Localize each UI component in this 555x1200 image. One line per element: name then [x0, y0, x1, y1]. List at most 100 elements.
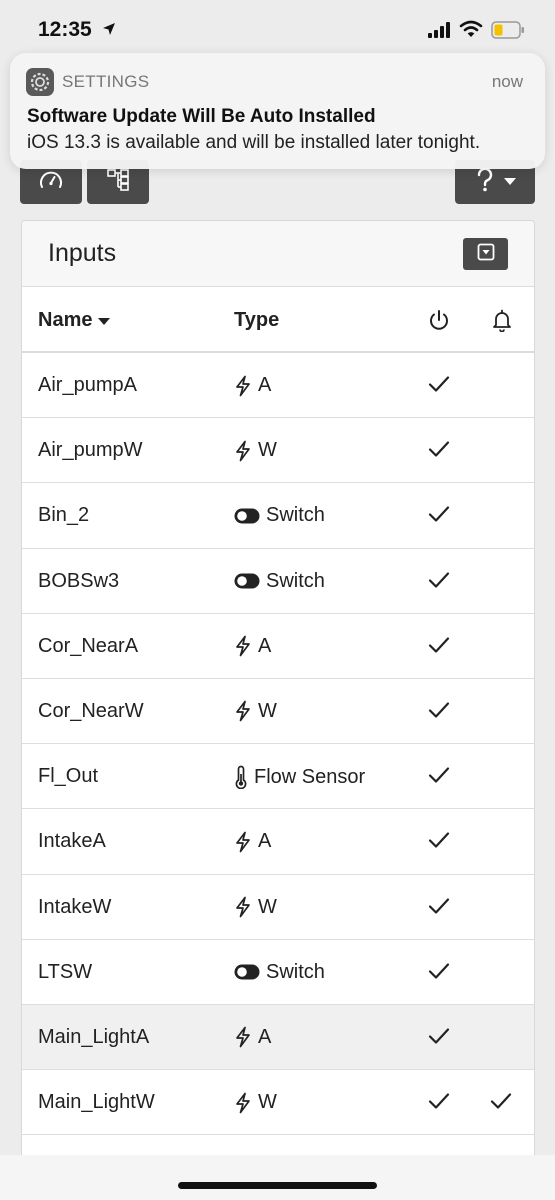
bolt-icon [234, 375, 252, 397]
table-row[interactable]: BOBSw3 Switch [22, 549, 534, 614]
input-name: Main_LightA [38, 1025, 150, 1048]
enabled-check-icon [428, 897, 450, 920]
table-row[interactable]: Bin_2 Switch [22, 483, 534, 549]
dashboard-gauge-icon [39, 169, 63, 196]
panel-title: Inputs [48, 239, 117, 267]
name-column-header[interactable]: Name [38, 309, 111, 332]
alert-check-icon [490, 1092, 512, 1115]
bolt-icon [234, 831, 252, 853]
table-row[interactable]: Fl_Out Flow Sensor [22, 744, 534, 810]
input-type-label: A [258, 1025, 272, 1048]
notification-banner[interactable]: SETTINGS now Software Update Will Be Aut… [10, 53, 545, 169]
help-icon [474, 167, 496, 198]
table-row[interactable]: IntakeW W [22, 875, 534, 940]
thermometer-icon [234, 765, 248, 790]
input-name: Air_pumpW [38, 439, 143, 462]
bell-icon [490, 308, 514, 337]
cellular-signal-icon [428, 22, 452, 43]
table-row[interactable]: Cor_NearA A [22, 614, 534, 679]
bolt-icon [234, 700, 252, 722]
type-column-header: Type [234, 309, 280, 331]
input-name: Fl_Out [38, 765, 99, 788]
location-arrow-icon [102, 22, 116, 41]
input-type: A [234, 374, 271, 397]
power-icon [427, 308, 451, 337]
enabled-check-icon [428, 766, 450, 789]
table-row[interactable]: Air_pumpA A [22, 353, 534, 419]
input-type-label: Switch [266, 960, 325, 983]
input-name: LTSW [38, 960, 93, 983]
input-name: IntakeA [38, 830, 106, 853]
notification-title: Software Update Will Be Auto Installed [27, 106, 376, 127]
toggle-icon [234, 964, 260, 980]
input-type: W [234, 896, 277, 919]
input-name: Cor_NearW [38, 699, 144, 722]
input-type-label: A [258, 374, 272, 396]
input-type-label: Switch [266, 569, 325, 592]
enabled-check-icon [428, 962, 450, 985]
input-name: Bin_2 [38, 504, 90, 527]
table-body: Air_pumpA A Air_pumpW W Bin_2 Switch BOBSw3 Swi… [22, 353, 534, 1136]
input-type: W [234, 439, 277, 462]
input-type-label: W [258, 895, 277, 918]
status-time: 12:35 [38, 18, 92, 41]
table-row[interactable]: Main_LightW W [22, 1070, 534, 1136]
home-indicator[interactable] [178, 1182, 377, 1189]
inputs-panel: Inputs Name Type Air_pumpA A Air_pumpW W… [21, 220, 535, 1160]
input-type: W [234, 1091, 277, 1114]
hierarchy-icon [106, 168, 130, 197]
input-type: Switch [234, 570, 325, 593]
sort-desc-icon [98, 309, 111, 332]
input-name: Main_LightW [38, 1091, 155, 1114]
table-row[interactable]: Main_LightA A [22, 1004, 534, 1071]
enabled-check-icon [428, 571, 450, 594]
bolt-icon [234, 1092, 252, 1114]
toggle-icon [234, 573, 260, 589]
table-row[interactable]: Air_pumpW W [22, 418, 534, 484]
input-name: IntakeW [38, 895, 112, 918]
bottom-safe-area [0, 1155, 555, 1200]
enabled-check-icon [428, 1027, 450, 1050]
input-type: A [234, 635, 271, 658]
input-type-label: Switch [266, 504, 325, 527]
enabled-check-icon [428, 375, 450, 398]
notification-time: now [491, 72, 523, 91]
input-type: Switch [234, 961, 325, 984]
input-type-label: W [258, 1091, 277, 1114]
input-type: A [234, 1026, 271, 1049]
bolt-icon [234, 635, 252, 657]
input-type-label: A [258, 634, 272, 657]
input-type: Switch [234, 504, 325, 527]
bolt-icon [234, 896, 252, 918]
table-row[interactable]: Cor_NearW W [22, 679, 534, 745]
chevron-down-icon [504, 173, 516, 191]
input-name: Air_pumpA [38, 374, 137, 396]
bolt-icon [234, 440, 252, 462]
input-type: W [234, 700, 277, 723]
settings-gear-icon [26, 68, 54, 96]
bolt-icon [234, 1026, 252, 1048]
input-type-label: Flow Sensor [254, 765, 366, 788]
enabled-check-icon [428, 440, 450, 463]
notification-body: iOS 13.3 is available and will be instal… [27, 132, 481, 153]
name-column-label: Name [38, 309, 93, 331]
panel-header: Inputs [22, 221, 534, 287]
input-type: Flow Sensor [234, 765, 366, 790]
notification-app-name: SETTINGS [62, 72, 150, 91]
toggle-icon [234, 508, 260, 524]
enabled-check-icon [428, 505, 450, 528]
table-header: Name Type [22, 287, 534, 353]
table-row[interactable]: IntakeA A [22, 809, 534, 875]
input-name: BOBSw3 [38, 569, 120, 592]
status-bar: 12:35 [0, 0, 555, 60]
battery-icon [491, 21, 525, 44]
enabled-check-icon [428, 701, 450, 724]
input-name: Cor_NearA [38, 634, 139, 657]
collapse-button[interactable] [463, 238, 508, 270]
enabled-check-icon [428, 636, 450, 659]
wifi-icon [459, 20, 483, 43]
enabled-check-icon [428, 831, 450, 854]
input-type: A [234, 830, 271, 853]
input-type-label: A [258, 830, 272, 853]
table-row[interactable]: LTSW Switch [22, 940, 534, 1005]
